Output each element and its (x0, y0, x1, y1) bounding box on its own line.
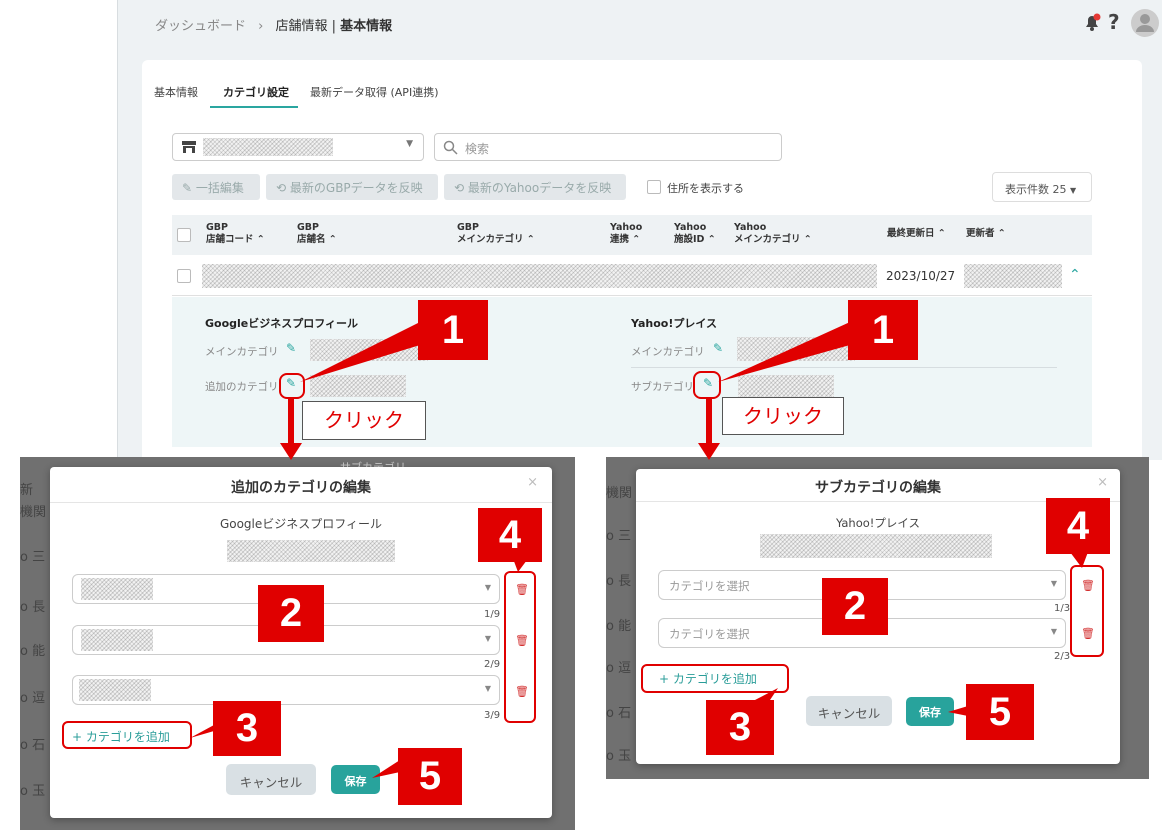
step-4-callout: 4 (1046, 498, 1110, 554)
edit-highlight (279, 373, 305, 399)
callout-pointer (372, 760, 400, 778)
step-2-callout: 2 (822, 578, 888, 635)
callout-pointer (755, 688, 778, 700)
edit-highlight (693, 371, 721, 399)
step-3-callout: 3 (213, 701, 281, 756)
arrow-head (698, 443, 720, 460)
callout-pointer (300, 322, 420, 382)
step-5-callout: 5 (398, 748, 462, 805)
step-3-callout: 3 (706, 700, 774, 755)
step-4-callout: 4 (478, 508, 542, 562)
callout-pointer (718, 322, 850, 382)
arrow-head (280, 443, 302, 460)
step-2-callout: 2 (258, 585, 324, 642)
click-label: クリック (722, 397, 844, 435)
step-1-callout: 1 (848, 300, 918, 360)
callout-pointer (948, 706, 968, 716)
arrow-shaft (288, 398, 294, 444)
step-1-callout: 1 (418, 300, 488, 360)
arrow-shaft (706, 398, 712, 444)
click-label: クリック (302, 401, 426, 440)
callout-pointer (1070, 552, 1088, 568)
step-5-callout: 5 (966, 684, 1034, 740)
